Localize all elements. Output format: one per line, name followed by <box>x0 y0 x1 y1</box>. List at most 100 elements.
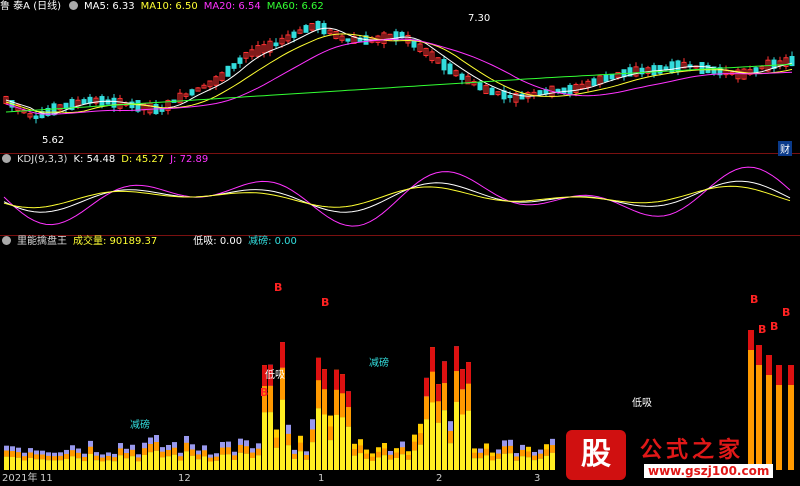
bar-upper <box>322 414 327 470</box>
bar-mid <box>454 371 459 402</box>
bar-upper <box>376 457 381 470</box>
finance-badge[interactable]: 财 <box>778 141 792 156</box>
bar-right-top <box>748 330 754 350</box>
bar-mid <box>334 389 339 415</box>
bar-upper <box>514 460 519 470</box>
bar-mid <box>424 396 429 420</box>
axis-feb: 2 <box>436 473 443 484</box>
bar-upper <box>10 456 15 470</box>
bar-mid <box>322 389 327 415</box>
buy-signal-mark: B <box>750 293 758 306</box>
bar-mid <box>274 437 279 448</box>
bar-top <box>346 391 351 408</box>
candle-body <box>447 63 453 75</box>
bar-upper <box>100 461 105 470</box>
bar-mid <box>52 456 57 461</box>
bar-upper <box>328 440 333 470</box>
bar-top <box>436 384 441 402</box>
bar-upper <box>154 450 159 470</box>
bar-mid <box>88 446 93 454</box>
bar-upper <box>382 455 387 470</box>
bar-mid <box>28 452 33 458</box>
bar-mid <box>208 457 213 462</box>
bar-mid <box>154 442 159 451</box>
bar-mid <box>112 457 117 462</box>
bar-upper <box>106 460 111 470</box>
bar-upper <box>172 454 177 470</box>
bar-mid <box>406 454 411 460</box>
bar-mid <box>142 448 147 456</box>
candle-body <box>753 67 759 73</box>
bar-upper <box>478 458 483 470</box>
bar-upper <box>520 456 525 470</box>
bar-top <box>322 369 327 390</box>
bar-upper <box>508 453 513 470</box>
bar-mid <box>298 442 303 452</box>
candle-body <box>591 78 597 86</box>
bar-mid <box>106 455 111 461</box>
bar-mid <box>100 457 105 462</box>
jianbang-signal-mark: 减磅 <box>369 356 389 369</box>
bar-mid <box>460 389 465 415</box>
bar-upper <box>118 455 123 470</box>
bar-upper <box>364 458 369 470</box>
bar-right-top <box>756 345 762 365</box>
axis-jan: 1 <box>318 473 325 484</box>
bar-upper <box>442 410 447 470</box>
candle-body <box>489 87 495 96</box>
bar-mid <box>10 451 15 457</box>
bar-top <box>280 342 285 368</box>
bar-upper <box>352 455 357 470</box>
watermark-logo: 股 <box>566 430 626 480</box>
bar-upper <box>274 447 279 470</box>
candle-body <box>603 74 609 82</box>
bar-upper <box>310 442 315 470</box>
bar-upper <box>286 445 291 470</box>
candle-body <box>651 65 657 76</box>
kdj-k-line <box>3 180 791 213</box>
bar-upper <box>82 461 87 470</box>
bar-top <box>466 362 471 384</box>
candle-body <box>225 65 231 77</box>
bar-mid <box>22 456 27 461</box>
candle-body <box>477 82 483 91</box>
axis-dec: 12 <box>178 473 191 484</box>
candle-body <box>291 31 297 38</box>
bar-mid <box>346 407 351 427</box>
bar-upper <box>484 455 489 470</box>
bar-mid <box>550 445 555 453</box>
candle-body <box>345 38 351 42</box>
bar-mid <box>436 401 441 423</box>
bar-mid <box>4 450 9 457</box>
bar-mid <box>226 447 231 455</box>
bar-upper <box>304 459 309 470</box>
bar-upper <box>550 452 555 470</box>
candle-body <box>315 20 321 30</box>
bar-upper <box>424 419 429 470</box>
bar-upper <box>412 450 417 470</box>
bar-mid <box>466 383 471 411</box>
candle-body <box>459 73 465 80</box>
bar-upper <box>76 458 81 470</box>
candle-body <box>111 97 117 108</box>
jianbang-signal-mark: 减磅 <box>130 418 150 431</box>
bar-upper <box>112 461 117 470</box>
bar-upper <box>436 422 441 470</box>
bar-mid <box>376 451 381 458</box>
candle-body <box>567 84 573 96</box>
bar-upper <box>472 458 477 470</box>
bar-top <box>442 361 447 384</box>
bar-mid <box>538 453 543 459</box>
bar-mid <box>130 449 135 457</box>
bar-upper <box>148 452 153 470</box>
bar-top <box>334 369 339 390</box>
bar-upper <box>526 457 531 470</box>
bar-mid <box>172 447 177 455</box>
candle-body <box>33 115 39 119</box>
bar-mid <box>418 433 423 445</box>
candle-body <box>237 57 243 64</box>
chart-canvas[interactable]: BBBBB BB低吸低吸减磅减磅 <box>0 0 800 486</box>
bar-upper <box>70 456 75 470</box>
bar-upper <box>28 457 33 470</box>
dixi-signal-mark: 低吸 <box>265 368 285 381</box>
